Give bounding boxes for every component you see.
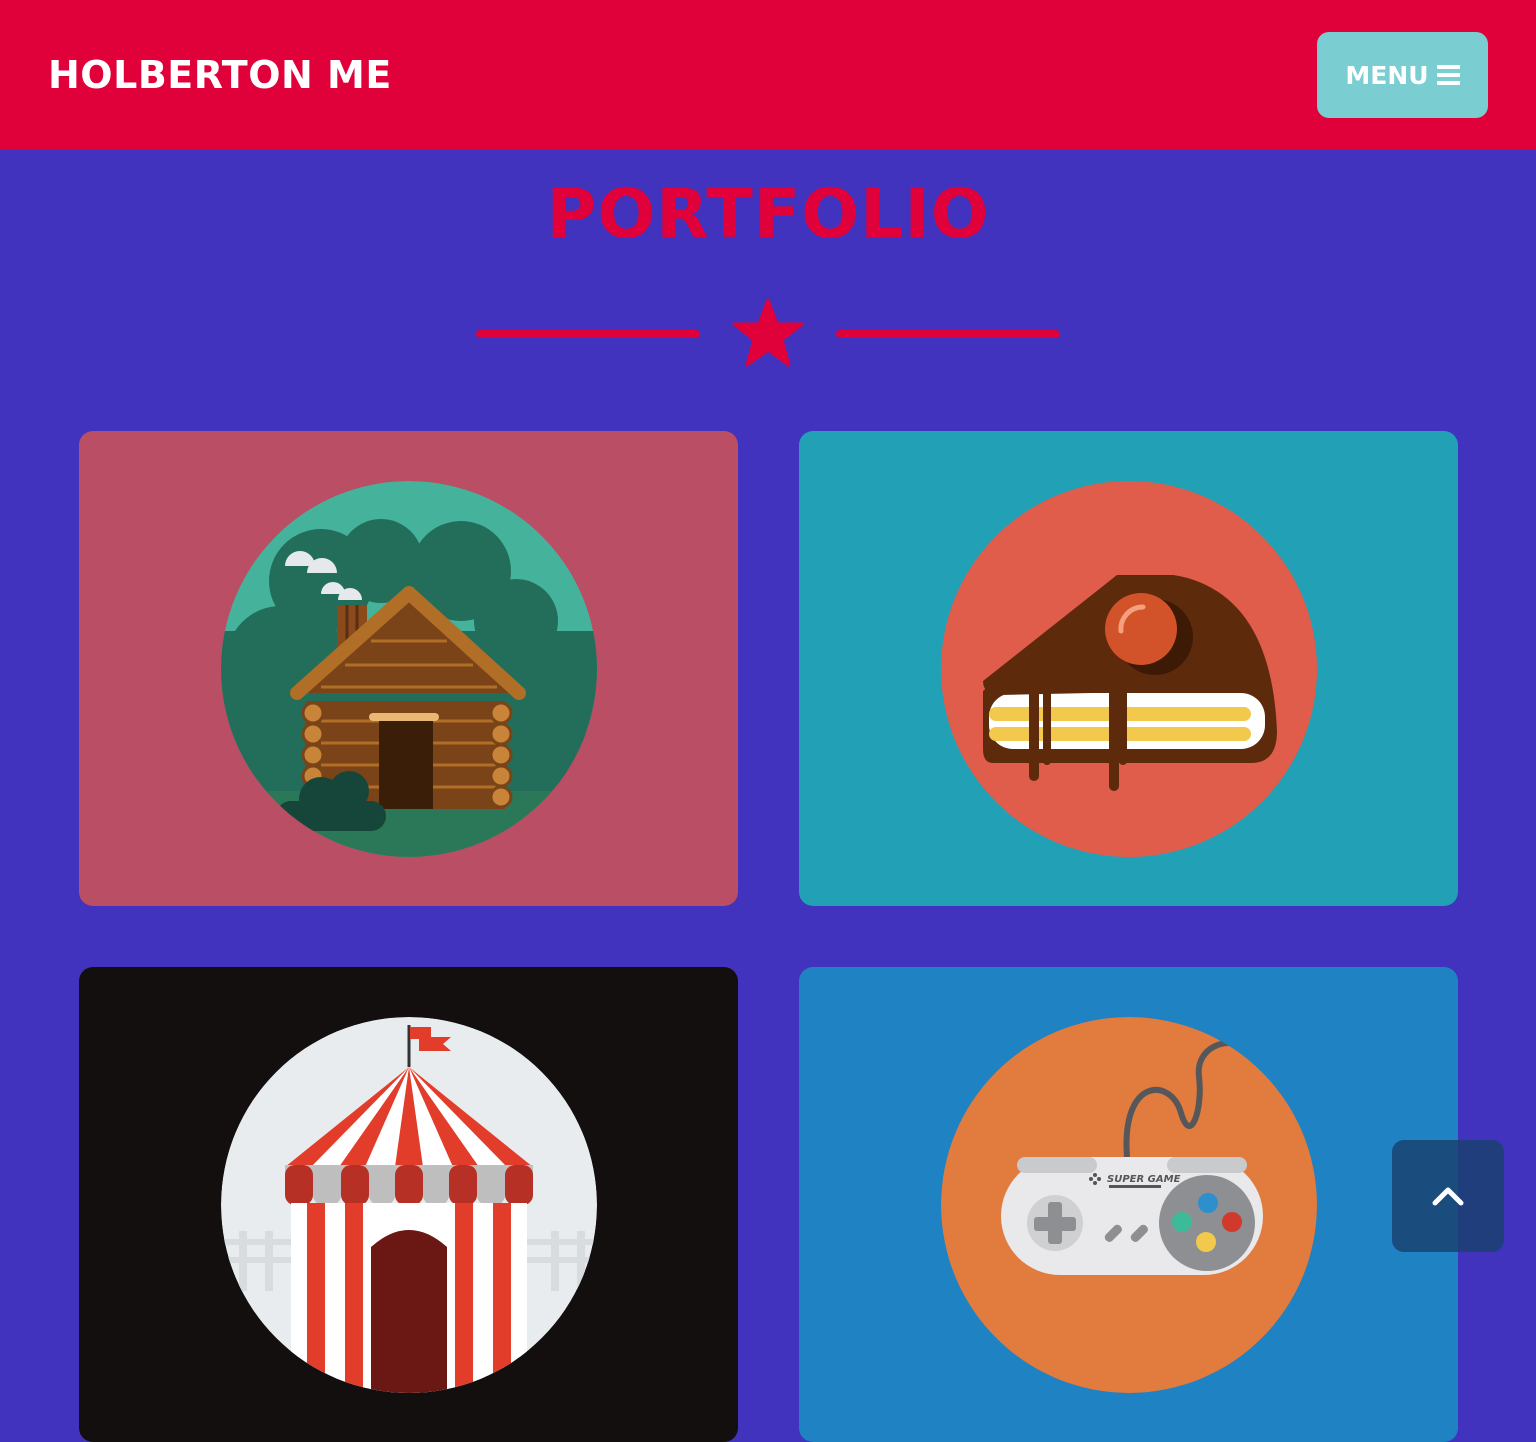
bars-icon — [1436, 65, 1460, 85]
section-title: PORTFOLIO — [546, 175, 990, 254]
cake-icon — [941, 481, 1317, 857]
game-controller-icon: SUPER GAME — [941, 1017, 1317, 1393]
portfolio-item-cake[interactable] — [799, 431, 1458, 906]
star-icon — [732, 298, 804, 367]
circus-tent-icon — [221, 1017, 597, 1393]
brand-link[interactable]: HOLBERTON ME — [48, 50, 392, 100]
navbar: HOLBERTON ME MENU — [0, 0, 1536, 150]
menu-button[interactable]: MENU — [1317, 32, 1488, 118]
portfolio-item-game-controller[interactable]: SUPER GAME — [799, 967, 1458, 1442]
chevron-up-icon — [1432, 1187, 1464, 1206]
scroll-top-button[interactable] — [1392, 1140, 1504, 1252]
menu-button-label: MENU — [1345, 60, 1429, 90]
divider-line-left — [476, 330, 700, 338]
controller-brand-text: SUPER GAME — [1107, 1174, 1181, 1185]
portfolio-item-cabin[interactable] — [79, 431, 738, 906]
portfolio-item-circus[interactable] — [79, 967, 738, 1442]
cabin-icon — [221, 481, 597, 857]
divider-line-right — [836, 330, 1060, 338]
